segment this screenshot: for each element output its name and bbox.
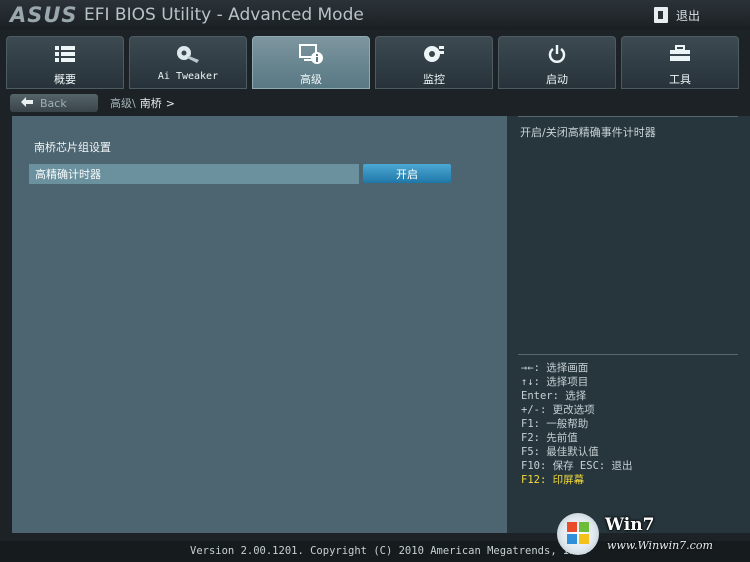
breadcrumb-item-southbridge: 南桥 — [139, 97, 162, 110]
key-help-item: F1: 一般帮助 — [521, 418, 589, 430]
advanced-info-icon — [298, 44, 324, 64]
help-divider-bottom — [518, 354, 738, 355]
tab-label: 高级 — [300, 73, 322, 86]
tab-ai-tweaker[interactable]: Ai Tweaker — [129, 36, 247, 89]
tab-label: 监控 — [423, 73, 445, 86]
section-title: 南桥芯片组设置 — [34, 141, 111, 154]
key-help-item: →←: 选择画面 — [521, 362, 589, 374]
setting-hpet-row[interactable]: 高精确计时器 — [29, 164, 359, 184]
settings-panel: 南桥芯片组设置 高精确计时器 开启 — [12, 116, 507, 533]
key-help-list: →←: 选择画面 ↑↓: 选择项目 Enter: 选择 +/-: 更改选项 F1… — [521, 361, 633, 487]
exit-label: 退出 — [676, 8, 701, 23]
monitor-gauge-icon — [422, 44, 446, 64]
title-bar: ASUS EFI BIOS Utility - Advanced Mode 退出 — [0, 0, 750, 30]
help-panel: 开启/关闭高精确事件计时器 →←: 选择画面 ↑↓: 选择项目 Enter: 选… — [507, 116, 750, 533]
setting-hpet-value-button[interactable]: 开启 — [363, 164, 451, 183]
key-help-item: F2: 先前值 — [521, 432, 578, 444]
asus-logo: ASUS — [10, 3, 78, 27]
breadcrumb-separator: > — [165, 96, 175, 110]
windows-flag-icon — [557, 513, 599, 555]
list-icon — [54, 44, 76, 64]
site-watermark: Win7 www.Winwin7.com — [557, 513, 742, 559]
main-tabs: 概要 Ai Tweaker 高级 监控 启动 工具 — [6, 36, 744, 89]
key-help-item-print-screen: F12: 印屏幕 — [521, 474, 585, 486]
fan-icon — [175, 44, 201, 64]
tab-boot[interactable]: 启动 — [498, 36, 616, 89]
power-icon — [547, 44, 567, 64]
key-help-item: ↑↓: 选择项目 — [521, 376, 589, 388]
exit-button[interactable]: 退出 — [654, 4, 740, 26]
tab-label: Ai Tweaker — [157, 71, 219, 82]
tab-label: 工具 — [669, 73, 691, 86]
key-help-item: Enter: 选择 — [521, 390, 587, 402]
navigation-bar: Back 高级\ 南桥 > — [10, 93, 500, 113]
back-button[interactable]: Back — [10, 94, 98, 112]
version-copyright-text: Version 2.00.1201. Copyright (C) 2010 Am… — [190, 545, 589, 557]
watermark-brand: Win7 — [605, 515, 655, 535]
window-title: EFI BIOS Utility - Advanced Mode — [84, 5, 364, 25]
tab-overview[interactable]: 概要 — [6, 36, 124, 89]
back-arrow-icon — [20, 96, 34, 111]
tab-label: 概要 — [54, 73, 76, 86]
key-help-item: F10: 保存 ESC: 退出 — [521, 460, 633, 472]
exit-icon — [654, 7, 668, 23]
tab-advanced[interactable]: 高级 — [252, 36, 370, 89]
help-description: 开启/关闭高精确事件计时器 — [520, 126, 656, 139]
help-divider-top — [518, 116, 738, 117]
tab-label: 启动 — [546, 73, 568, 86]
toolbox-icon — [668, 44, 692, 64]
tab-monitor[interactable]: 监控 — [375, 36, 493, 89]
watermark-url: www.Winwin7.com — [607, 539, 713, 552]
breadcrumb: 高级\ 南桥 > — [110, 95, 175, 111]
breadcrumb-item-advanced[interactable]: 高级\ — [110, 95, 136, 111]
key-help-item: +/-: 更改选项 — [521, 404, 595, 416]
back-label: Back — [40, 96, 67, 110]
tab-tools[interactable]: 工具 — [621, 36, 739, 89]
setting-label: 高精确计时器 — [35, 168, 101, 181]
key-help-item: F5: 最佳默认值 — [521, 446, 599, 458]
